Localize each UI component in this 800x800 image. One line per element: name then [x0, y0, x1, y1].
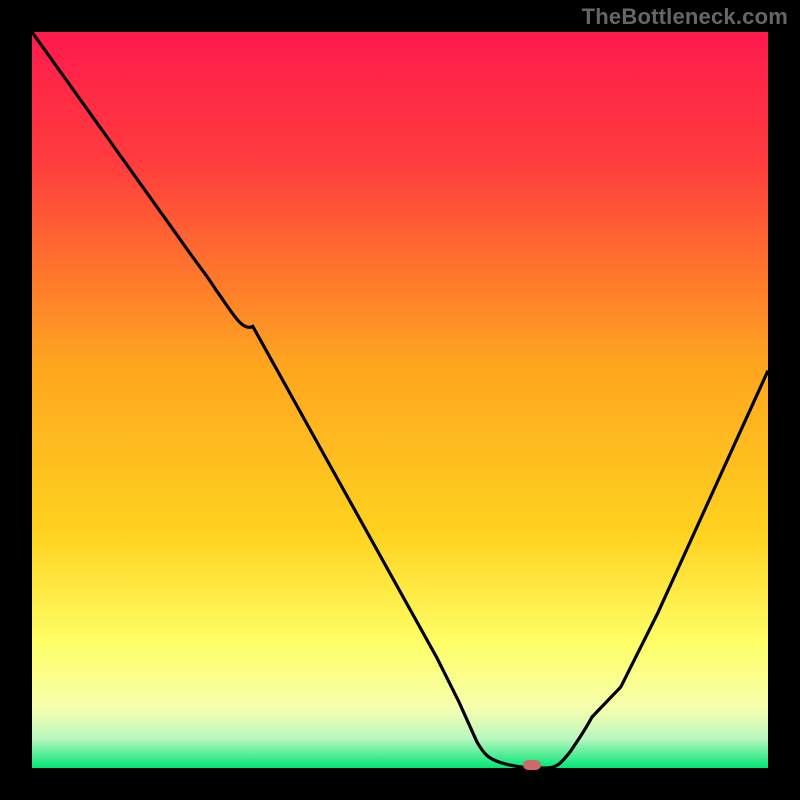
plot-area [32, 32, 768, 768]
gradient-background [32, 32, 768, 768]
chart-frame: TheBottleneck.com [0, 0, 800, 800]
watermark-label: TheBottleneck.com [582, 4, 788, 30]
chart-svg [32, 32, 768, 768]
marker-point [523, 760, 541, 770]
